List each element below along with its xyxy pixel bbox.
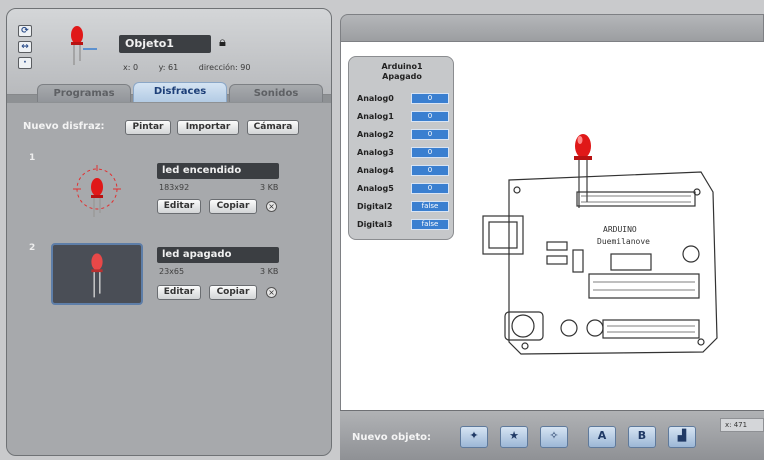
monitor-label: Analog1 — [357, 112, 394, 121]
presentation-mode-a-icon[interactable]: A — [588, 426, 616, 448]
sensor-board-monitor[interactable]: Arduino1 Apagado Analog0 0 Analog1 0 Analo… — [348, 56, 454, 240]
new-costume-label: Nuevo disfraz: — [23, 121, 105, 132]
monitor-value: false — [411, 219, 449, 230]
costume-thumbnail-led-on[interactable] — [51, 159, 143, 221]
lock-icon[interactable]: 🔒︎ — [219, 35, 226, 50]
random-sprite-icon[interactable]: ✧ — [540, 426, 568, 448]
monitor-title: Arduino1 Apagado — [349, 62, 455, 82]
monitor-value: 0 — [411, 165, 449, 176]
monitor-label: Digital3 — [357, 220, 393, 229]
edit-costume-button[interactable]: Editar — [157, 285, 201, 300]
costume-filesize: 3 KB — [260, 267, 279, 276]
monitor-label: Analog3 — [357, 148, 394, 157]
monitor-label: Analog4 — [357, 166, 394, 175]
monitor-label: Analog5 — [357, 184, 394, 193]
full-stage-icon[interactable]: ▟ — [668, 426, 696, 448]
monitor-status: Apagado — [382, 72, 422, 81]
monitor-row: Analog0 0 — [355, 93, 451, 106]
sprite-thumbnail — [71, 26, 97, 65]
costume-filesize: 3 KB — [260, 183, 279, 192]
tab-costumes[interactable]: Disfraces — [133, 82, 227, 102]
paint-new-sprite-icon[interactable]: ✦ — [460, 426, 488, 448]
monitor-board-name: Arduino1 — [381, 62, 423, 71]
sprite-panel: ⟳ ↔ · Objeto1 🔒︎ x: 0 y: 61 dirección: 9… — [6, 8, 332, 456]
monitor-value: 0 — [411, 183, 449, 194]
tab-sounds[interactable]: Sonidos — [229, 84, 323, 102]
sprite-name-field[interactable]: Objeto1 — [119, 35, 211, 53]
monitor-row: Analog2 0 — [355, 129, 451, 142]
monitor-label: Analog0 — [357, 94, 394, 103]
monitor-label: Digital2 — [357, 202, 393, 211]
monitor-row: Analog3 0 — [355, 147, 451, 160]
monitor-row: Analog5 0 — [355, 183, 451, 196]
paint-button[interactable]: Pintar — [125, 120, 171, 135]
copy-costume-button[interactable]: Copiar — [209, 199, 257, 214]
costume-name-field[interactable]: led encendido — [157, 163, 279, 179]
sprite-coordinates: x: 0 y: 61 dirección: 90 — [123, 63, 268, 72]
new-object-label: Nuevo objeto: — [352, 432, 432, 443]
costume-number: 2 — [29, 243, 36, 253]
costume-name-field[interactable]: led apagado — [157, 247, 279, 263]
costume-dimensions: 183x92 — [159, 183, 190, 192]
monitor-row: Analog4 0 — [355, 165, 451, 178]
monitor-label: Analog2 — [357, 130, 394, 139]
monitor-value: 0 — [411, 147, 449, 158]
app-window: ⟳ ↔ · Objeto1 🔒︎ x: 0 y: 61 dirección: 9… — [0, 0, 764, 460]
choose-sprite-from-file-icon[interactable]: ★ — [500, 426, 528, 448]
rotate-style-none-icon[interactable]: · — [18, 57, 32, 69]
board-label-arduino: ARDUINO — [603, 225, 637, 234]
costume-number: 1 — [29, 153, 36, 163]
presentation-mode-b-icon[interactable]: B — [628, 426, 656, 448]
monitor-row: Analog1 0 — [355, 111, 451, 124]
import-button[interactable]: Importar — [177, 120, 239, 135]
monitor-value: false — [411, 201, 449, 212]
sprite-x: x: 0 — [123, 63, 139, 72]
monitor-value: 0 — [411, 129, 449, 140]
board-label-model: Duemilanove — [597, 237, 650, 246]
rotate-style-free-icon[interactable]: ⟳ — [18, 25, 32, 37]
mouse-x-readout: x: 471 — [720, 418, 764, 432]
camera-button[interactable]: Cámara — [247, 120, 299, 135]
costume-thumbnail-led-off[interactable] — [51, 243, 143, 305]
costume-dimensions: 23x65 — [159, 267, 185, 276]
tab-bar: Programas Disfraces Sonidos — [7, 81, 331, 103]
monitor-row: Digital2 false — [355, 201, 451, 214]
monitor-value: 0 — [411, 93, 449, 104]
monitor-value: 0 — [411, 111, 449, 122]
stage-toolbar — [340, 14, 764, 42]
tab-programs[interactable]: Programas — [37, 84, 131, 102]
sprite-direction: dirección: 90 — [198, 63, 251, 72]
sprite-y: y: 61 — [158, 63, 179, 72]
monitor-row: Digital3 false — [355, 219, 451, 232]
delete-costume-icon[interactable]: × — [266, 287, 277, 298]
delete-costume-icon[interactable]: × — [266, 201, 277, 212]
costumes-area: Nuevo disfraz: Pintar Importar Cámara 1 … — [7, 103, 331, 455]
rotate-style-flip-icon[interactable]: ↔ — [18, 41, 32, 53]
copy-costume-button[interactable]: Copiar — [209, 285, 257, 300]
edit-costume-button[interactable]: Editar — [157, 199, 201, 214]
